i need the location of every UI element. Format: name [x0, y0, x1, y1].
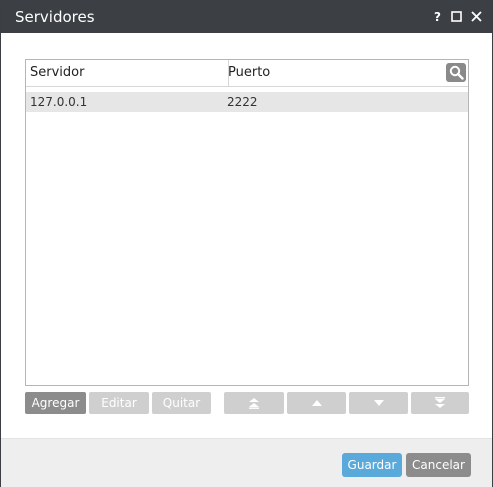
cell-port: 2222 — [227, 95, 258, 109]
column-header-server[interactable]: Servidor — [26, 60, 229, 86]
move-to-bottom-button[interactable] — [411, 392, 469, 414]
add-button[interactable]: Agregar — [25, 392, 86, 414]
servers-dialog: Servidores ? Servidor Puerto 127.0.0.1 2… — [0, 0, 493, 487]
maximize-icon[interactable] — [451, 9, 464, 25]
search-button[interactable] — [446, 63, 466, 82]
search-icon — [449, 65, 464, 80]
cell-server: 127.0.0.1 — [30, 95, 88, 109]
save-button[interactable]: Guardar — [342, 453, 402, 477]
move-to-top-button[interactable] — [224, 392, 284, 414]
move-up-icon — [311, 400, 322, 406]
dialog-title: Servidores — [15, 8, 95, 26]
edit-button[interactable]: Editar — [89, 392, 149, 414]
servers-table: Servidor Puerto 127.0.0.1 2222 — [25, 59, 469, 386]
close-icon[interactable] — [471, 9, 484, 25]
move-to-bottom-icon — [435, 397, 445, 408]
help-icon[interactable]: ? — [431, 9, 444, 25]
move-down-icon — [373, 400, 384, 406]
title-bar: Servidores ? — [1, 1, 492, 33]
dialog-footer: Guardar Cancelar — [1, 438, 492, 487]
move-up-button[interactable] — [287, 392, 346, 414]
move-down-button[interactable] — [349, 392, 408, 414]
table-header: Servidor Puerto — [26, 60, 468, 87]
remove-button[interactable]: Quitar — [152, 392, 211, 414]
cancel-button[interactable]: Cancelar — [406, 453, 471, 477]
move-to-top-icon — [249, 398, 259, 409]
column-header-port[interactable]: Puerto — [225, 60, 448, 86]
table-row[interactable]: 127.0.0.1 2222 — [26, 92, 468, 112]
window-controls: ? — [431, 9, 484, 25]
